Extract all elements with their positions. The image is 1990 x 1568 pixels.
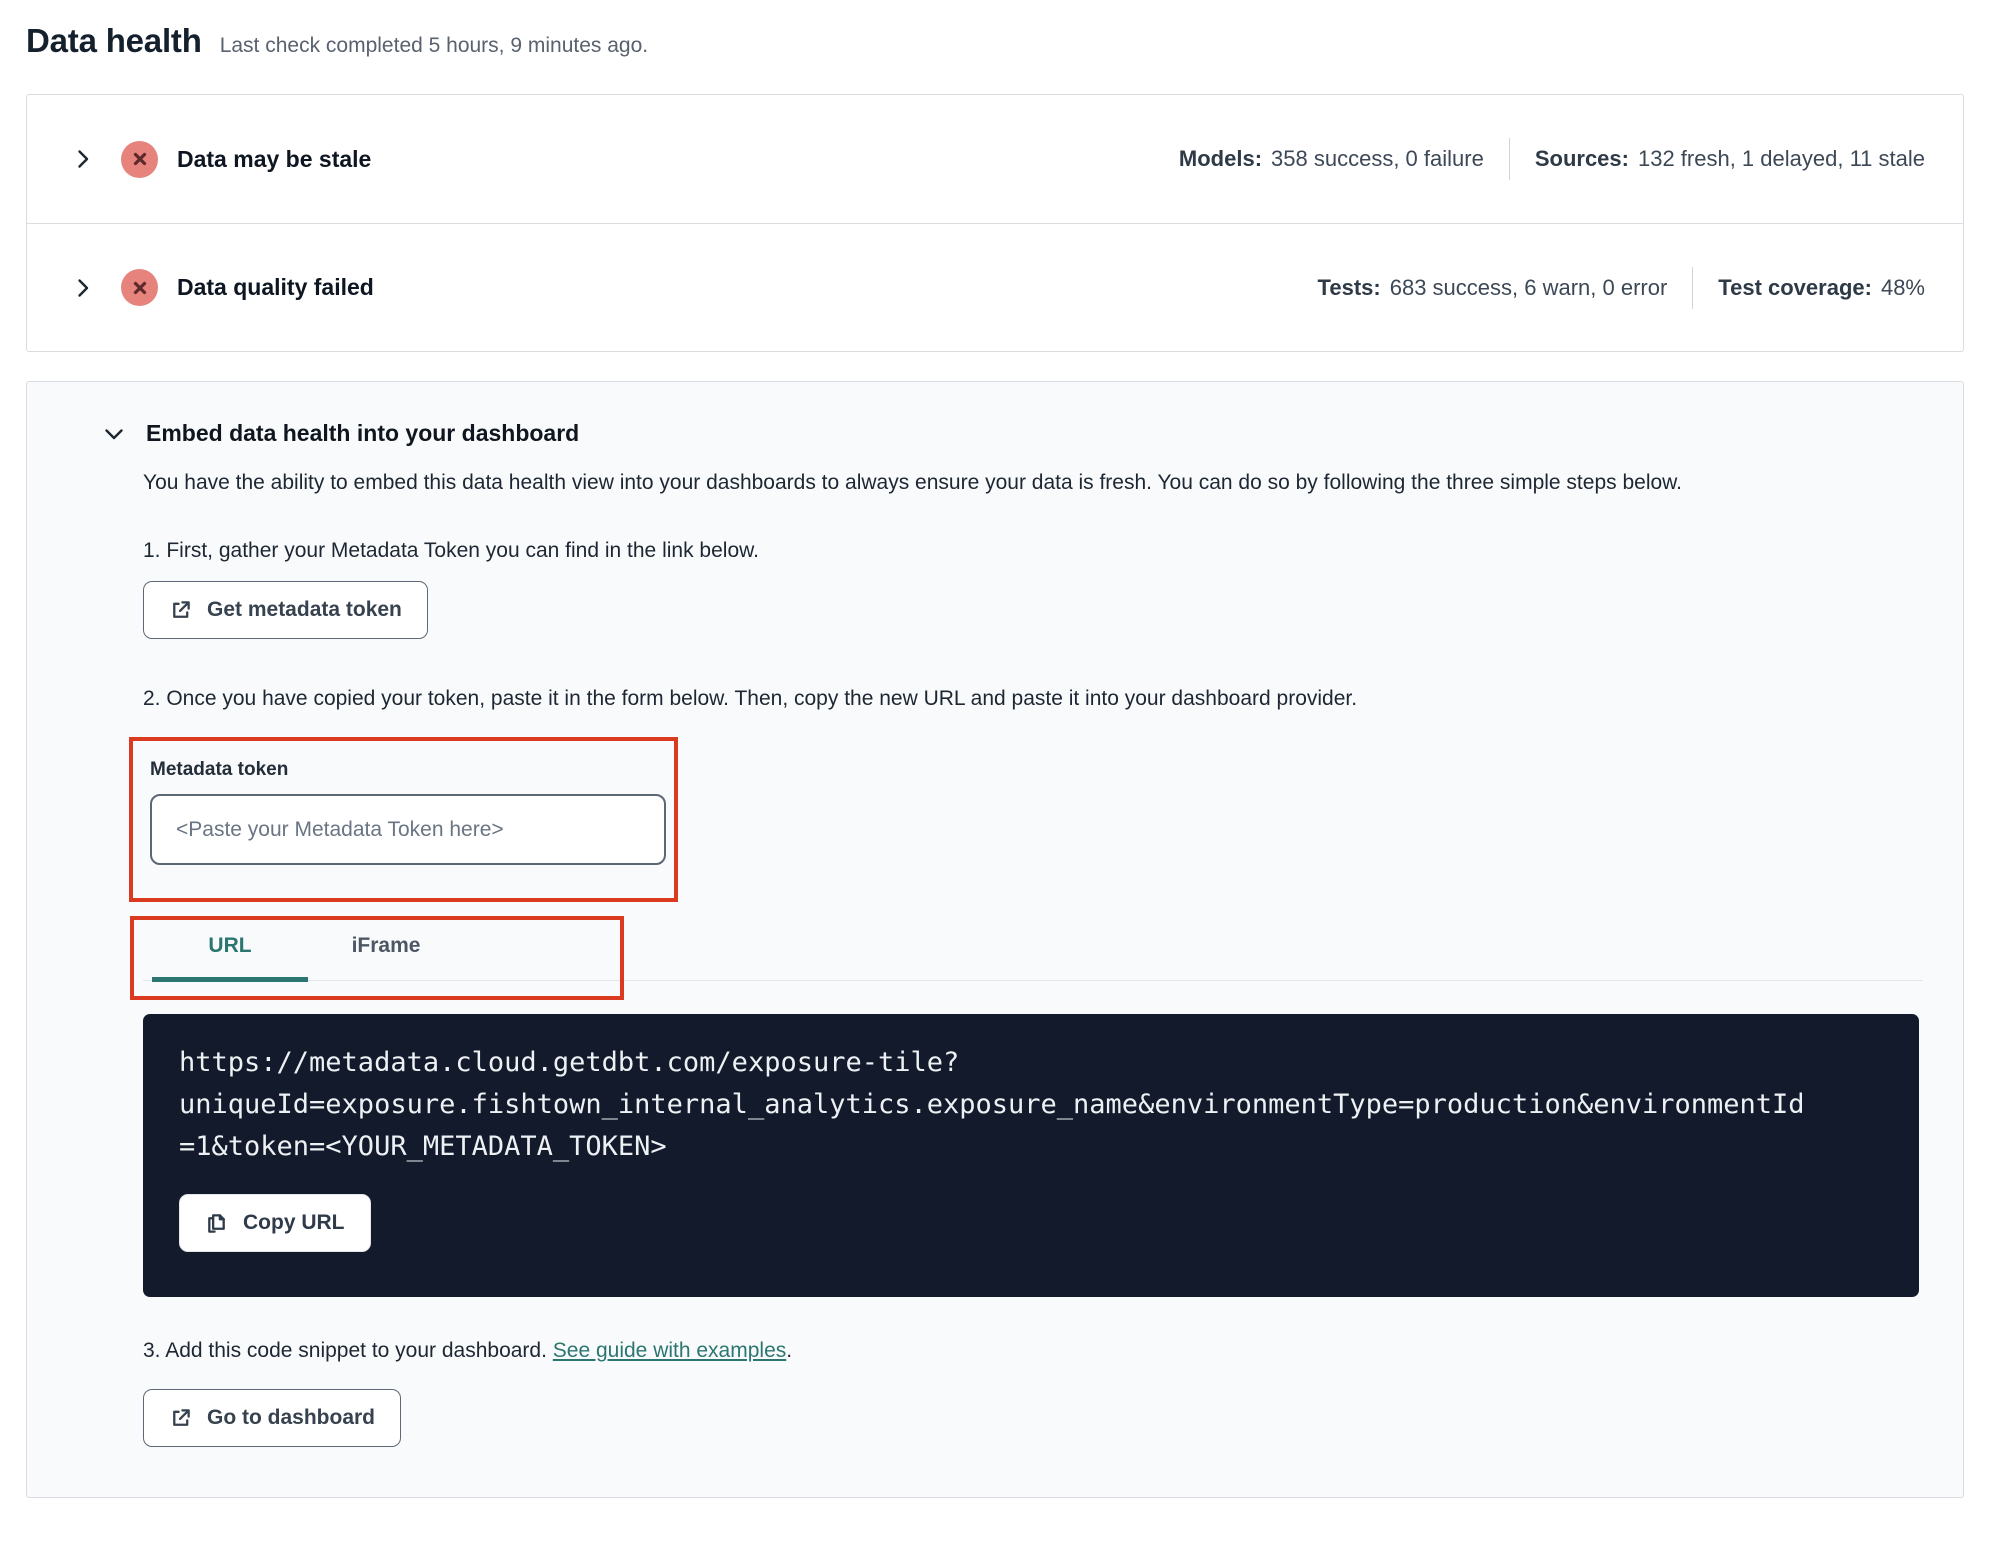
error-x-circle-icon (121, 269, 158, 306)
stat-label: Models: (1178, 146, 1263, 171)
step3-text-before: 3. Add this code snippet to your dashboa… (143, 1339, 553, 1362)
error-x-circle-icon (121, 140, 158, 178)
tests-stat: Tests: 683 success, 6 warn, 0 error (1318, 275, 1668, 301)
metadata-token-input[interactable] (150, 794, 666, 865)
test-coverage-stat: Test coverage: 48% (1718, 275, 1925, 301)
chevron-right-icon[interactable] (71, 276, 95, 300)
tab-url[interactable]: URL (152, 916, 308, 982)
external-link-icon (173, 600, 190, 618)
step3-text: 3. Add this code snippet to your dashboa… (143, 1339, 1903, 1363)
stat-label: Tests: (1317, 274, 1381, 300)
embed-panel-title: Embed data health into your dashboard (146, 420, 580, 446)
tab-iframe[interactable]: iFrame (308, 916, 464, 980)
data-health-page: Data health Last check completed 5 hours… (0, 0, 1990, 1498)
status-row-stats: Tests: 683 success, 6 warn, 0 error Test … (1318, 266, 1925, 309)
status-row-title: Data quality failed (177, 274, 374, 300)
chevron-down-icon[interactable] (102, 422, 126, 446)
external-link-icon (173, 1408, 190, 1426)
get-metadata-token-button[interactable]: Get metadata token (143, 581, 428, 639)
embed-panel-header[interactable]: Embed data health into your dashboard (102, 420, 1903, 447)
output-tabs: URL iFrame (130, 916, 1923, 1000)
stat-label: Test coverage: (1718, 274, 1872, 300)
get-metadata-token-label: Get metadata token (207, 598, 402, 621)
copy-icon (208, 1213, 225, 1233)
step3-text-after: . (786, 1339, 793, 1362)
step1-text: 1. First, gather your Metadata Token you… (143, 539, 759, 562)
metadata-token-label: Metadata token (150, 759, 289, 780)
annotation-box-token: Metadata token (129, 737, 678, 902)
status-row-title: Data may be stale (177, 145, 372, 172)
page-header: Data health Last check completed 5 hours… (26, 22, 1964, 60)
embed-url-line: https://metadata.cloud.getdbt.com/exposu… (179, 1047, 960, 1078)
stat-divider (1508, 138, 1510, 180)
stat-label: Sources: (1534, 146, 1629, 171)
stat-value: 132 fresh, 1 delayed, 11 stale (1637, 146, 1925, 171)
copy-url-button[interactable]: Copy URL (179, 1194, 371, 1252)
embed-panel: Embed data health into your dashboard Yo… (26, 381, 1964, 1498)
embed-description: You have the ability to embed this data … (143, 471, 1682, 494)
stat-value: 48% (1880, 274, 1925, 300)
last-check-status: Last check completed 5 hours, 9 minutes … (219, 34, 649, 57)
step2-text: 2. Once you have copied your token, past… (143, 687, 1358, 710)
stat-value: 683 success, 6 warn, 0 error (1389, 274, 1668, 300)
embed-panel-body: You have the ability to embed this data … (129, 463, 1923, 1447)
embed-url-line: uniqueId=exposure.fishtown_internal_anal… (179, 1089, 1805, 1120)
tabs-row: URL iFrame (143, 916, 1923, 982)
embed-url-code-block: https://metadata.cloud.getdbt.com/exposu… (143, 1014, 1919, 1297)
status-row-stale[interactable]: Data may be stale Models: 358 success, 0 … (27, 95, 1963, 223)
status-row-stats: Models: 358 success, 0 failure Sources: 13… (1179, 138, 1925, 180)
embed-url-line: =1&token=<YOUR_METADATA_TOKEN> (179, 1131, 667, 1162)
models-stat: Models: 358 success, 0 failure (1179, 146, 1484, 172)
copy-url-label: Copy URL (243, 1211, 345, 1234)
page-title: Data health (26, 22, 202, 59)
stat-divider (1692, 266, 1694, 309)
stat-value: 358 success, 0 failure (1271, 146, 1484, 171)
go-to-dashboard-label: Go to dashboard (207, 1406, 375, 1429)
sources-stat: Sources: 132 fresh, 1 delayed, 11 stale (1535, 146, 1925, 172)
status-row-quality[interactable]: Data quality failed Tests: 683 success, 6… (27, 223, 1963, 351)
status-card: Data may be stale Models: 358 success, 0 … (26, 94, 1964, 352)
tabs-divider (143, 980, 1923, 981)
go-to-dashboard-button[interactable]: Go to dashboard (143, 1389, 401, 1447)
chevron-right-icon[interactable] (71, 147, 95, 171)
see-guide-link[interactable]: See guide with examples (553, 1339, 786, 1362)
